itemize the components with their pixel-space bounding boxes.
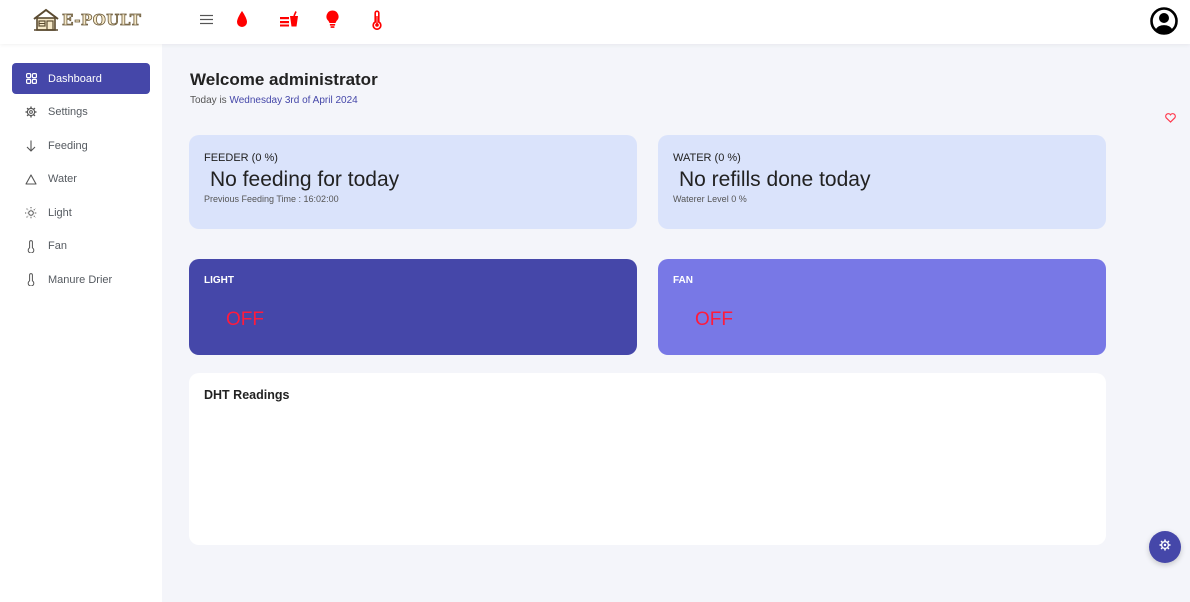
light-status-value: OFF	[226, 309, 264, 330]
page-title: Welcome administrator	[190, 70, 378, 89]
arrow-down-icon	[24, 139, 38, 153]
menu-icon[interactable]	[200, 14, 213, 25]
feeder-previous-time: Previous Feeding Time : 16:02:00	[204, 194, 339, 204]
heart-icon[interactable]	[1165, 110, 1176, 128]
sidebar-item-label: Feeding	[48, 139, 88, 152]
today-date: Wednesday 3rd of April 2024	[229, 95, 358, 106]
sidebar-item-feeding[interactable]: Feeding	[12, 130, 150, 161]
light-bulb-icon[interactable]	[326, 10, 339, 29]
sidebar-item-label: Light	[48, 206, 72, 219]
light-card[interactable]: LIGHT OFF	[189, 259, 637, 355]
brand-logo[interactable]: E-POULT	[32, 8, 141, 32]
water-drop-icon[interactable]	[236, 10, 248, 28]
sidebar: Dashboard Settings Feeding Water Light F…	[0, 44, 162, 602]
sidebar-item-label: Manure Drier	[48, 273, 113, 286]
water-status: No refills done today	[679, 168, 871, 191]
dashboard-grid-icon	[24, 72, 38, 86]
sidebar-item-water[interactable]: Water	[12, 164, 150, 195]
gear-icon	[1159, 538, 1171, 556]
feeder-icon[interactable]	[279, 11, 299, 27]
today-date-line: Today is Wednesday 3rd of April 2024	[190, 95, 358, 106]
sidebar-item-manure-drier[interactable]: Manure Drier	[12, 264, 150, 295]
fan-card[interactable]: FAN OFF	[658, 259, 1106, 355]
thermometer-icon[interactable]	[372, 10, 382, 30]
dht-readings-title: DHT Readings	[204, 388, 290, 402]
sidebar-item-light[interactable]: Light	[12, 197, 150, 228]
main-content: Welcome administrator Today is Wednesday…	[162, 44, 1190, 602]
fan-label: FAN	[673, 275, 693, 286]
sidebar-menu: Dashboard Settings Feeding Water Light F…	[0, 44, 162, 295]
top-navbar: E-POULT	[0, 0, 1190, 44]
sidebar-item-label: Water	[48, 173, 77, 185]
thermometer-icon	[24, 273, 38, 287]
gear-icon	[24, 105, 38, 119]
feeder-label: FEEDER (0 %)	[204, 152, 278, 164]
drop-outline-icon	[24, 172, 38, 186]
today-prefix: Today is	[190, 95, 230, 106]
feeder-status: No feeding for today	[210, 168, 400, 191]
sidebar-item-label: Fan	[48, 240, 67, 252]
water-card: WATER (0 %) No refills done today Watere…	[658, 135, 1106, 229]
sidebar-item-settings[interactable]: Settings	[12, 97, 150, 128]
sidebar-item-label: Dashboard	[48, 72, 102, 85]
water-label: WATER (0 %)	[673, 152, 741, 164]
sidebar-item-dashboard[interactable]: Dashboard	[12, 63, 150, 94]
feeder-card: FEEDER (0 %) No feeding for today Previo…	[189, 135, 637, 229]
waterer-level: Waterer Level 0 %	[673, 194, 747, 204]
dht-readings-card: DHT Readings	[189, 373, 1106, 545]
farm-house-icon	[33, 8, 59, 31]
sun-icon	[24, 206, 38, 220]
avatar-icon[interactable]	[1150, 7, 1178, 40]
fan-status-value: OFF	[695, 309, 733, 330]
brand-name: E-POULT	[62, 11, 142, 30]
light-label: LIGHT	[204, 275, 234, 286]
sidebar-item-fan[interactable]: Fan	[12, 231, 150, 262]
settings-fab-button[interactable]	[1149, 531, 1181, 563]
sidebar-item-label: Settings	[48, 106, 88, 118]
thermometer-icon	[24, 239, 38, 253]
